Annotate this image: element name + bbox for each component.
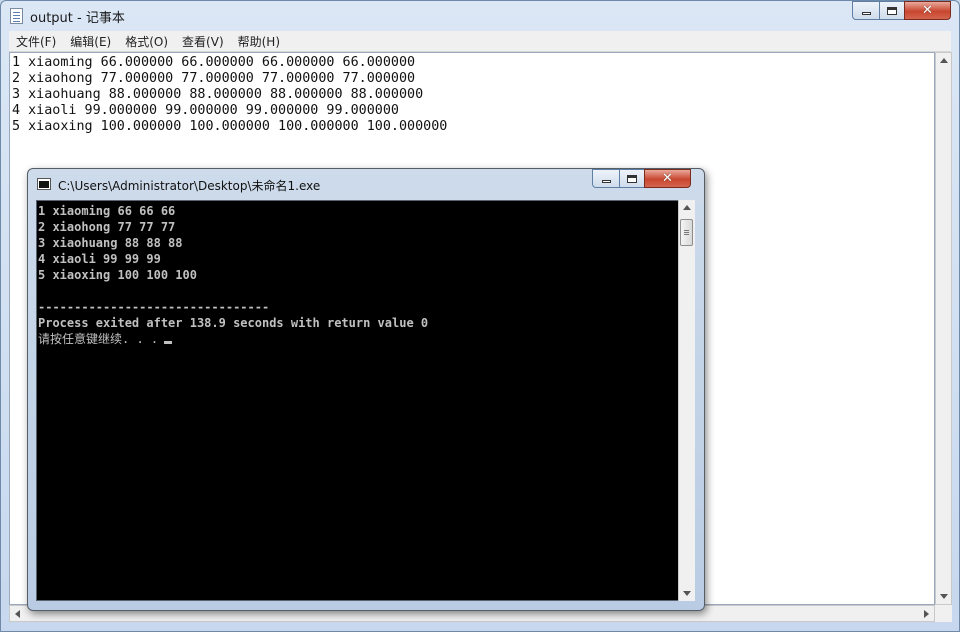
scroll-down-icon[interactable] bbox=[683, 591, 691, 596]
console-close-button[interactable]: ✕ bbox=[644, 169, 691, 188]
notepad-maximize-button[interactable] bbox=[879, 1, 905, 20]
scroll-down-icon[interactable] bbox=[940, 594, 948, 599]
text-line: 4 xiaoli 99.000000 99.000000 99.000000 9… bbox=[12, 103, 399, 118]
menu-view[interactable]: 查看(V) bbox=[175, 33, 231, 50]
console-line: 1 xiaoming 66 66 66 bbox=[38, 204, 176, 218]
notepad-icon bbox=[10, 8, 23, 24]
console-line: 5 xiaoxing 100 100 100 bbox=[38, 268, 197, 282]
console-prompt-line: 请按任意键继续. . . bbox=[38, 331, 428, 347]
notepad-minimize-button[interactable] bbox=[852, 1, 880, 20]
minimize-icon bbox=[861, 12, 871, 15]
notepad-title-bar[interactable]: output - 记事本 bbox=[1, 1, 959, 31]
notepad-menu-bar: 文件(F) 编辑(E) 格式(O) 查看(V) 帮助(H) bbox=[9, 31, 951, 52]
console-line: 2 xiaohong 77 77 77 bbox=[38, 220, 176, 234]
maximize-icon bbox=[627, 174, 637, 183]
console-caption-buttons: ✕ bbox=[592, 169, 691, 188]
size-grip[interactable] bbox=[935, 605, 952, 622]
menu-help[interactable]: 帮助(H) bbox=[231, 33, 287, 50]
notepad-close-button[interactable]: ✕ bbox=[904, 1, 951, 20]
console-title: C:\Users\Administrator\Desktop\未命名1.exe bbox=[58, 179, 321, 193]
scroll-right-icon[interactable] bbox=[924, 610, 929, 618]
scroll-up-icon[interactable] bbox=[683, 205, 691, 210]
menu-format[interactable]: 格式(O) bbox=[118, 33, 175, 50]
scroll-thumb[interactable] bbox=[680, 219, 693, 246]
console-line: 4 xiaoli 99 99 99 bbox=[38, 252, 161, 266]
console-line: 3 xiaohuang 88 88 88 bbox=[38, 236, 183, 250]
menu-file[interactable]: 文件(F) bbox=[9, 33, 63, 50]
notepad-title: output - 记事本 bbox=[30, 11, 125, 26]
console-window: C:\Users\Administrator\Desktop\未命名1.exe … bbox=[27, 168, 705, 611]
console-output-area[interactable]: 1 xiaoming 66 66 66 2 xiaohong 77 77 77 … bbox=[36, 200, 695, 601]
console-minimize-button[interactable] bbox=[592, 169, 620, 188]
scroll-left-icon[interactable] bbox=[15, 610, 20, 618]
console-prompt: 请按任意键继续. . . bbox=[38, 332, 159, 346]
text-cursor bbox=[164, 341, 173, 344]
text-line: 2 xiaohong 77.000000 77.000000 77.000000… bbox=[12, 71, 416, 86]
text-line: 1 xiaoming 66.000000 66.000000 66.000000… bbox=[12, 55, 416, 70]
text-line: 5 xiaoxing 100.000000 100.000000 100.000… bbox=[12, 119, 448, 134]
notepad-caption-buttons: ✕ bbox=[852, 1, 951, 20]
console-icon bbox=[37, 178, 51, 190]
notepad-vertical-scrollbar[interactable] bbox=[935, 52, 952, 605]
console-vertical-scrollbar[interactable] bbox=[678, 200, 695, 601]
scroll-up-icon[interactable] bbox=[940, 58, 948, 63]
console-maximize-button[interactable] bbox=[619, 169, 645, 188]
console-separator: -------------------------------- bbox=[38, 300, 270, 314]
maximize-icon bbox=[887, 6, 897, 15]
minimize-icon bbox=[601, 180, 611, 183]
close-icon: ✕ bbox=[922, 3, 933, 18]
close-icon: ✕ bbox=[662, 171, 673, 186]
text-line: 3 xiaohuang 88.000000 88.000000 88.00000… bbox=[12, 87, 424, 102]
console-exit-message: Process exited after 138.9 seconds with … bbox=[38, 316, 429, 330]
menu-edit[interactable]: 编辑(E) bbox=[63, 33, 118, 50]
